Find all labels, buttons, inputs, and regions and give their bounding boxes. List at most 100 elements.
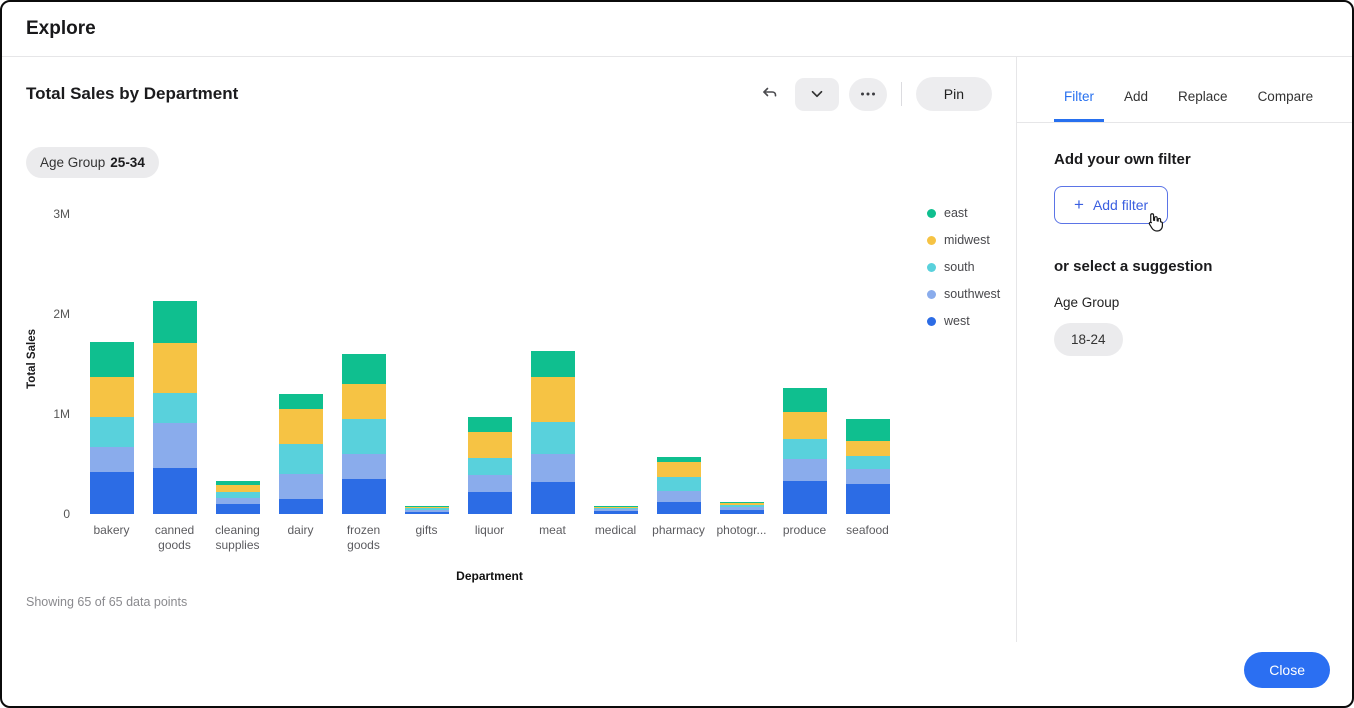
undo-history-dropdown-button[interactable]: [795, 78, 839, 111]
bar-segment-midwest[interactable]: [153, 343, 197, 393]
bar-segment-southwest[interactable]: [342, 454, 386, 479]
pin-button[interactable]: Pin: [916, 77, 992, 111]
x-tick-label: frozen goods: [332, 523, 395, 553]
bar-gifts[interactable]: [405, 506, 449, 514]
legend-item-east[interactable]: east: [927, 206, 1000, 220]
bar-segment-southwest[interactable]: [783, 459, 827, 481]
bar-medical[interactable]: [594, 506, 638, 514]
legend-dot: [927, 317, 936, 326]
bar-segment-southwest[interactable]: [279, 474, 323, 499]
y-tick-label: 1M: [53, 407, 70, 421]
bar-segment-east[interactable]: [90, 342, 134, 377]
bar-segment-midwest[interactable]: [468, 432, 512, 458]
bar-segment-west[interactable]: [468, 492, 512, 514]
bar-segment-south[interactable]: [153, 393, 197, 423]
bar-segment-south[interactable]: [342, 419, 386, 454]
filter-chip-value: 25-34: [110, 155, 145, 170]
bar-segment-west[interactable]: [342, 479, 386, 514]
bar-segment-midwest[interactable]: [216, 485, 260, 492]
bar-pharmacy[interactable]: [657, 457, 701, 514]
y-tick-label: 0: [63, 507, 70, 521]
bar-segment-west[interactable]: [657, 502, 701, 514]
y-axis-title: Total Sales: [26, 204, 38, 514]
bar-segment-east[interactable]: [531, 351, 575, 377]
bar-canned-goods[interactable]: [153, 301, 197, 514]
add-filter-button[interactable]: + Add filter: [1054, 186, 1168, 224]
tab-replace[interactable]: Replace: [1168, 89, 1238, 122]
bar-segment-midwest[interactable]: [783, 412, 827, 439]
bar-segment-southwest[interactable]: [90, 447, 134, 472]
tab-compare[interactable]: Compare: [1248, 89, 1324, 122]
bar-segment-southwest[interactable]: [657, 491, 701, 502]
bar-segment-west[interactable]: [531, 482, 575, 514]
bar-segment-midwest[interactable]: [846, 441, 890, 456]
bar-segment-south[interactable]: [468, 458, 512, 475]
more-options-button[interactable]: [849, 78, 887, 111]
bar-segment-east[interactable]: [279, 394, 323, 409]
filter-chip[interactable]: Age Group 25-34: [26, 147, 159, 178]
bar-segment-east[interactable]: [783, 388, 827, 412]
tab-add[interactable]: Add: [1114, 89, 1158, 122]
data-points-summary: Showing 65 of 65 data points: [26, 595, 992, 609]
bar-segment-east[interactable]: [153, 301, 197, 343]
tab-filter[interactable]: Filter: [1054, 89, 1104, 122]
app-window: Explore Total Sales by Department: [0, 0, 1354, 708]
bar-segment-west[interactable]: [216, 504, 260, 514]
legend-item-midwest[interactable]: midwest: [927, 233, 1000, 247]
filter-panel-footer: Close: [1016, 638, 1352, 706]
x-tick-label: pharmacy: [647, 523, 710, 553]
bar-dairy[interactable]: [279, 394, 323, 514]
bar-cleaning-supplies[interactable]: [216, 481, 260, 514]
filter-panel-body: Add your own filter + Add filter or sele…: [1016, 123, 1352, 356]
add-filter-button-label: Add filter: [1093, 197, 1148, 213]
chevron-down-icon: [808, 85, 826, 103]
bar-segment-south[interactable]: [531, 422, 575, 454]
bar-segment-midwest[interactable]: [279, 409, 323, 444]
bar-segment-southwest[interactable]: [846, 469, 890, 484]
chart-title: Total Sales by Department: [26, 84, 238, 104]
bar-liquor[interactable]: [468, 417, 512, 514]
legend-item-southwest[interactable]: southwest: [927, 287, 1000, 301]
x-tick-label: produce: [773, 523, 836, 553]
bar-segment-east[interactable]: [468, 417, 512, 432]
bar-segment-west[interactable]: [783, 481, 827, 514]
undo-button[interactable]: [755, 78, 785, 111]
bar-meat[interactable]: [531, 351, 575, 514]
bar-segment-midwest[interactable]: [657, 462, 701, 477]
bar-seafood[interactable]: [846, 419, 890, 514]
bar-segment-midwest[interactable]: [531, 377, 575, 422]
bar-segment-south[interactable]: [279, 444, 323, 474]
legend-item-south[interactable]: south: [927, 260, 1000, 274]
bar-segment-west[interactable]: [279, 499, 323, 514]
bar-bakery[interactable]: [90, 342, 134, 514]
bar-segment-east[interactable]: [342, 354, 386, 384]
bar-segment-south[interactable]: [90, 417, 134, 447]
bar-segment-east[interactable]: [846, 419, 890, 441]
bar-segment-west[interactable]: [405, 512, 449, 514]
filter-tabs: Filter Add Replace Compare: [1016, 57, 1352, 123]
bar-segment-southwest[interactable]: [468, 475, 512, 492]
legend-label: south: [944, 260, 975, 274]
close-button[interactable]: Close: [1244, 652, 1330, 688]
legend-item-west[interactable]: west: [927, 314, 1000, 328]
bar-produce[interactable]: [783, 388, 827, 514]
bar-segment-midwest[interactable]: [342, 384, 386, 419]
bar-segment-west[interactable]: [846, 484, 890, 514]
x-tick-label: liquor: [458, 523, 521, 553]
bar-segment-south[interactable]: [846, 456, 890, 469]
bar-segment-south[interactable]: [657, 477, 701, 491]
bar-frozen-goods[interactable]: [342, 354, 386, 514]
plus-icon: +: [1074, 198, 1084, 212]
x-tick-label: gifts: [395, 523, 458, 553]
bar-segment-west[interactable]: [594, 511, 638, 514]
bar-segment-west[interactable]: [720, 510, 764, 514]
bar-segment-west[interactable]: [90, 472, 134, 514]
suggestion-chip-18-24[interactable]: 18-24: [1054, 323, 1123, 356]
bar-segment-southwest[interactable]: [531, 454, 575, 482]
bar-segment-southwest[interactable]: [153, 423, 197, 468]
bar-segment-west[interactable]: [153, 468, 197, 514]
bar-segment-midwest[interactable]: [90, 377, 134, 417]
legend-dot: [927, 263, 936, 272]
bar-segment-south[interactable]: [783, 439, 827, 459]
bar-photogr-[interactable]: [720, 502, 764, 514]
